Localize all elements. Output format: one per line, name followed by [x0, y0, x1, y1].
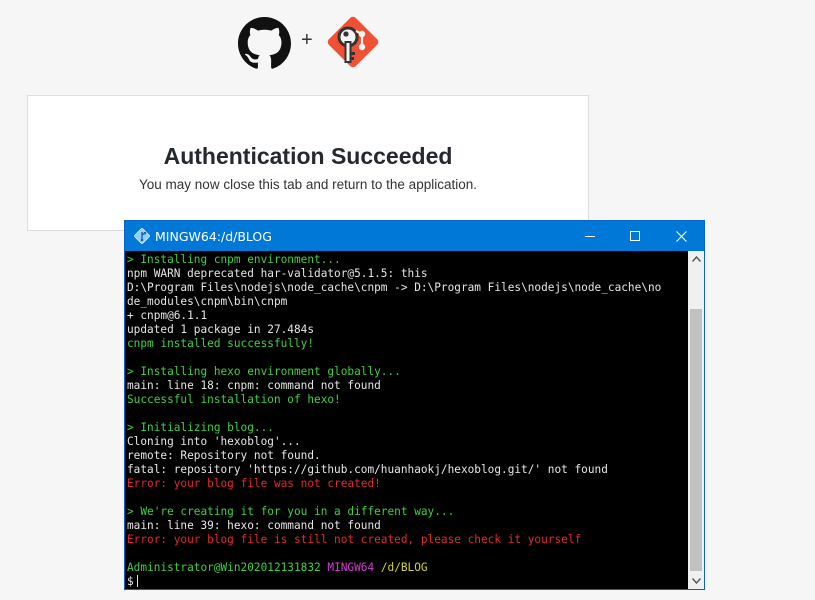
- console-text: Administrator@Win202012131832: [127, 561, 321, 574]
- minimize-icon: [585, 236, 595, 237]
- window-title: MINGW64:/d/BLOG: [155, 229, 272, 244]
- console-line: + cnpm@6.1.1: [127, 309, 688, 323]
- console-text: /d/BLOG: [380, 561, 428, 574]
- console-text: cnpm installed successfully!: [127, 337, 315, 350]
- vertical-scrollbar[interactable]: [688, 251, 704, 589]
- chevron-down-icon: [691, 578, 701, 584]
- console-line: fatal: repository 'https://github.com/hu…: [127, 463, 688, 477]
- console-line: main: line 39: hexo: command not found: [127, 519, 688, 533]
- git-credential-manager-icon: [327, 16, 379, 68]
- maximize-icon: [630, 231, 640, 241]
- text-cursor: [136, 575, 138, 587]
- header-logos: +: [238, 14, 383, 70]
- scroll-up-button[interactable]: [688, 251, 704, 267]
- console-text: + cnpm@6.1.1: [127, 309, 208, 322]
- plus-sign: +: [301, 29, 313, 51]
- console-text: > We're creating it for you in a differe…: [127, 505, 455, 518]
- console-line: > Installing cnpm environment...: [127, 253, 688, 267]
- console-text: > Installing cnpm environment...: [127, 253, 341, 266]
- console-line: main: line 18: cnpm: command not found: [127, 379, 688, 393]
- auth-card: Authentication Succeeded You may now clo…: [27, 95, 589, 231]
- console-text: $: [127, 575, 134, 588]
- github-octocat-icon: [238, 17, 291, 69]
- console-line: Error: your blog file was not created!: [127, 477, 688, 491]
- git-bash-icon: [134, 228, 150, 244]
- console-text: D:\Program Files\nodejs\node_cache\cnpm …: [127, 281, 662, 294]
- console-text: npm WARN deprecated har-validator@5.1.5:…: [127, 267, 428, 280]
- terminal-output[interactable]: > Installing cnpm environment... npm WARN…: [125, 251, 688, 589]
- terminal-window[interactable]: MINGW64:/d/BLOG > Installing cnpm enviro…: [124, 220, 705, 590]
- console-line: de_modules\cnpm\bin\cnpm: [127, 295, 688, 309]
- minimize-button[interactable]: [567, 221, 613, 251]
- console-line: Administrator@Win202012131832 MINGW64 /d…: [127, 561, 688, 575]
- console-line: D:\Program Files\nodejs\node_cache\cnpm …: [127, 281, 688, 295]
- console-text: > Initializing blog...: [127, 421, 274, 434]
- console-text: MINGW64: [327, 561, 375, 574]
- console-line: Cloning into 'hexoblog'...: [127, 435, 688, 449]
- close-button[interactable]: [658, 221, 704, 251]
- console-text: > Installing hexo environment globally..…: [127, 365, 401, 378]
- terminal-titlebar[interactable]: MINGW64:/d/BLOG: [125, 221, 704, 251]
- auth-message: You may now close this tab and return to…: [139, 177, 477, 192]
- console-line: cnpm installed successfully!: [127, 337, 688, 351]
- auth-title: Authentication Succeeded: [163, 143, 453, 169]
- console-line: remote: Repository not found.: [127, 449, 688, 463]
- console-line: npm WARN deprecated har-validator@5.1.5:…: [127, 267, 688, 281]
- scroll-down-button[interactable]: [688, 573, 704, 589]
- console-line: $: [127, 575, 688, 589]
- console-line: Successful installation of hexo!: [127, 393, 688, 407]
- maximize-button[interactable]: [612, 221, 658, 251]
- console-text: Error: your blog file is still not creat…: [127, 533, 582, 546]
- console-text: Successful installation of hexo!: [127, 393, 341, 406]
- console-text: main: line 18: cnpm: command not found: [127, 379, 381, 392]
- console-line: Error: your blog file is still not creat…: [127, 533, 688, 547]
- console-line: > Initializing blog...: [127, 421, 688, 435]
- console-line: > Installing hexo environment globally..…: [127, 365, 688, 379]
- console-text: main: line 39: hexo: command not found: [127, 519, 381, 532]
- console-line: updated 1 package in 27.484s: [127, 323, 688, 337]
- console-line: > We're creating it for you in a differe…: [127, 505, 688, 519]
- scrollbar-thumb[interactable]: [690, 309, 702, 571]
- console-text: remote: Repository not found.: [127, 449, 321, 462]
- console-text: de_modules\cnpm\bin\cnpm: [127, 295, 288, 308]
- console-text: fatal: repository 'https://github.com/hu…: [127, 463, 608, 476]
- console-text: Error: your blog file was not created!: [127, 477, 381, 490]
- chevron-up-icon: [691, 256, 701, 262]
- close-icon: [675, 230, 687, 242]
- console-text: Cloning into 'hexoblog'...: [127, 435, 301, 448]
- console-text: updated 1 package in 27.484s: [127, 323, 315, 336]
